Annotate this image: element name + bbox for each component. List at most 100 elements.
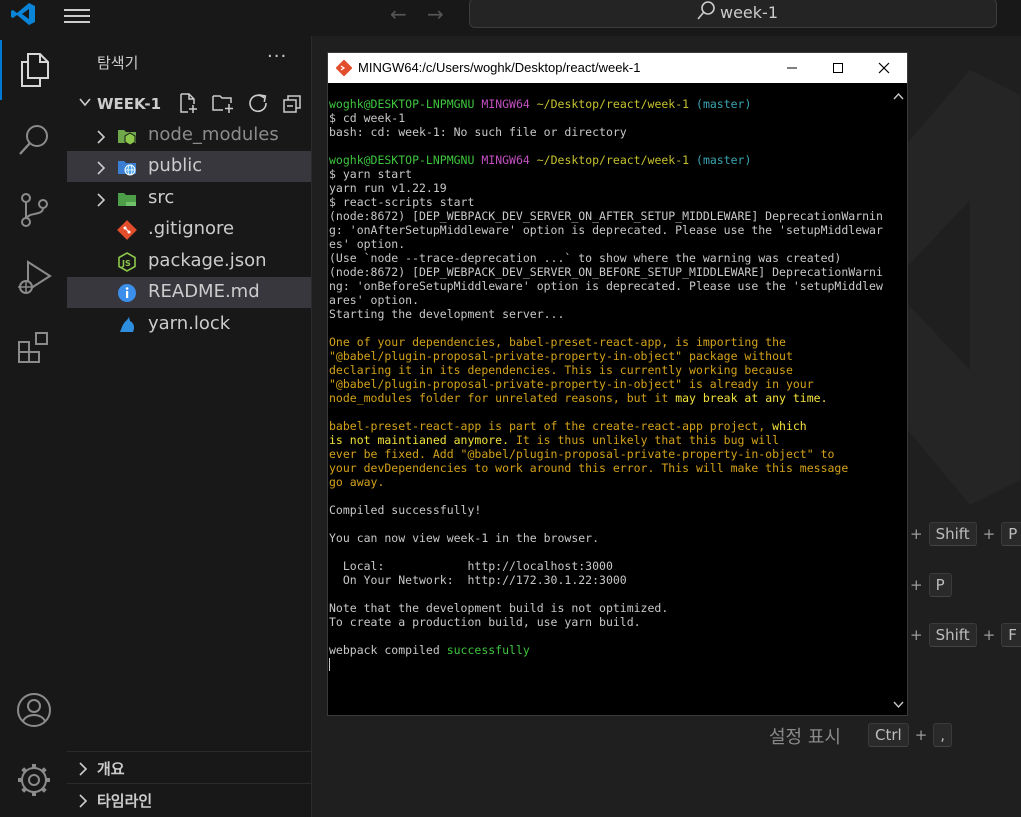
tree-item-label: src — [148, 187, 175, 208]
prompt-line: woghk@DESKTOP-LNPMGNU MINGW64 ~/Desktop/… — [329, 153, 889, 167]
new-folder-icon[interactable] — [211, 92, 235, 118]
outline-section[interactable]: 개요 — [67, 751, 311, 783]
tree-item-node-modules[interactable]: node_modules — [67, 120, 311, 151]
title-bar: ← → week-1 — [0, 0, 1021, 36]
key-f: F — [1001, 623, 1021, 647]
git-icon — [117, 220, 137, 240]
prompt-user: woghk@DESKTOP-LNPMGNU — [329, 153, 475, 167]
settings-gear-icon[interactable] — [0, 750, 67, 810]
terminal-line: webpack compiled successfully — [329, 643, 889, 657]
command-center-search[interactable]: week-1 — [469, 0, 997, 28]
tree-item-package-json[interactable]: JS package.json — [67, 246, 311, 277]
prompt-path: ~/Desktop/react/week-1 — [536, 153, 690, 167]
warning-line: "@babel/plugin-proposal-private-property… — [329, 377, 814, 391]
yarn-icon — [117, 315, 137, 335]
terminal-title-bar[interactable]: MINGW64:/c/Users/woghk/Desktop/react/wee… — [328, 53, 907, 83]
warning-line: go away. — [329, 475, 385, 489]
tree-item-yarn-lock[interactable]: yarn.lock — [67, 309, 311, 340]
outline-section-label: 개요 — [97, 760, 125, 778]
tree-item-readme[interactable]: README.md — [67, 277, 311, 308]
tree-item-label: .gitignore — [148, 218, 235, 239]
account-icon[interactable] — [0, 680, 67, 740]
timeline-section[interactable]: 타임라인 — [67, 783, 311, 815]
extensions-icon[interactable] — [0, 318, 67, 378]
search-icon — [696, 0, 716, 31]
terminal-line: On Your Network: http://172.30.1.22:3000 — [329, 573, 627, 587]
warning-line: ever be fixed. Add "@babel/plugin-propos… — [329, 447, 835, 461]
terminal-scrollbar[interactable] — [890, 83, 907, 715]
terminal-line: g: 'onAfterSetupMiddleware' option is de… — [329, 223, 883, 237]
prompt-user: woghk@DESKTOP-LNPMGNU — [329, 97, 475, 111]
refresh-icon[interactable] — [247, 92, 269, 118]
prompt-shell: MINGW64 — [481, 153, 530, 167]
menu-icon[interactable] — [64, 5, 90, 23]
node-folder-icon — [117, 126, 137, 146]
activity-bar — [0, 36, 67, 817]
terminal-line: (node:8672) [DEP_WEBPACK_DEV_SERVER_ON_A… — [329, 209, 883, 223]
warning-line: One of your dependencies, babel-preset-r… — [329, 335, 786, 349]
search-view-icon[interactable] — [0, 110, 67, 170]
collapse-all-icon[interactable] — [281, 92, 303, 118]
terminal-line: $ react-scripts start — [329, 195, 475, 209]
terminal-line: You can now view week-1 in the browser. — [329, 531, 600, 545]
key-shift: Shift — [928, 522, 977, 546]
maximize-button[interactable] — [815, 53, 861, 83]
run-debug-icon[interactable] — [0, 248, 67, 308]
terminal-line: es' option. — [329, 237, 406, 251]
warning-line: declaring it in its dependencies. This i… — [329, 363, 793, 377]
warning-line: is not maintianed anymore. It is thus un… — [329, 433, 889, 447]
warning-line: node_modules folder for unrelated reason… — [329, 391, 889, 405]
explorer-sidebar: 탐색기 ··· WEEK-1 node_modules public src .… — [67, 36, 312, 817]
forward-arrow-icon[interactable]: → — [427, 2, 444, 26]
warning-text: babel-preset-react-app is part of the cr… — [329, 419, 773, 433]
more-actions-icon[interactable]: ··· — [267, 46, 287, 67]
terminal-line: ng: 'onBeforeSetupMiddleware' option is … — [329, 279, 883, 293]
explorer-icon[interactable] — [0, 40, 67, 100]
timeline-section-label: 타임라인 — [97, 792, 153, 810]
close-button[interactable] — [861, 53, 907, 83]
plus-sign: + — [982, 626, 996, 644]
warning-highlight: is not maintianed anymore. — [329, 433, 510, 447]
terminal-line: Local: http://localhost:3000 — [329, 559, 613, 573]
scroll-up-icon[interactable] — [893, 85, 904, 104]
tree-item-src[interactable]: src — [67, 183, 311, 214]
plus-sign: + — [910, 525, 923, 543]
shortcut-find-in-files: + Shift + F — [910, 622, 1021, 648]
warning-line: "@babel/plugin-proposal-private-property… — [329, 349, 793, 363]
explorer-title: 탐색기 — [97, 54, 139, 72]
chevron-down-icon — [77, 94, 93, 114]
terminal-line: $ cd week-1 — [329, 111, 406, 125]
new-file-icon[interactable] — [177, 92, 199, 118]
key-comma: , — [933, 723, 953, 747]
prompt-shell: MINGW64 — [481, 97, 530, 111]
mingw-terminal-window[interactable]: MINGW64:/c/Users/woghk/Desktop/react/wee… — [327, 52, 908, 716]
chevron-right-icon — [95, 129, 107, 148]
globe-folder-icon — [117, 157, 137, 177]
chevron-right-icon — [95, 160, 107, 179]
minimize-button[interactable] — [769, 53, 815, 83]
source-control-icon[interactable] — [0, 180, 67, 240]
tree-item-public[interactable]: public — [67, 151, 311, 182]
shortcut-quick-open: + P — [910, 572, 952, 598]
plus-sign: + — [910, 576, 923, 594]
key-shift: Shift — [928, 623, 977, 647]
git-bash-icon — [335, 59, 353, 80]
folder-icon — [117, 189, 137, 209]
back-arrow-icon[interactable]: ← — [390, 2, 407, 26]
terminal-line: yarn run v1.22.19 — [329, 181, 447, 195]
tree-item-label: package.json — [148, 250, 267, 271]
terminal-line: Compiled successfully! — [329, 503, 482, 517]
workspace-folder-header[interactable]: WEEK-1 — [67, 92, 312, 116]
terminal-line: (node:8672) [DEP_WEBPACK_DEV_SERVER_ON_B… — [329, 265, 883, 279]
prompt-branch: (master) — [696, 97, 752, 111]
terminal-output: woghk@DESKTOP-LNPMGNU MINGW64 ~/Desktop/… — [329, 97, 889, 671]
key-p: P — [1001, 522, 1021, 546]
terminal-title: MINGW64:/c/Users/woghk/Desktop/react/wee… — [358, 60, 641, 75]
terminal-cursor — [329, 658, 330, 671]
tree-item-gitignore[interactable]: .gitignore — [67, 214, 311, 245]
key-p: P — [928, 573, 952, 597]
chevron-right-icon — [95, 192, 107, 211]
svg-text:JS: JS — [121, 259, 131, 268]
plus-sign: + — [914, 726, 928, 744]
scroll-down-icon[interactable] — [893, 694, 904, 713]
